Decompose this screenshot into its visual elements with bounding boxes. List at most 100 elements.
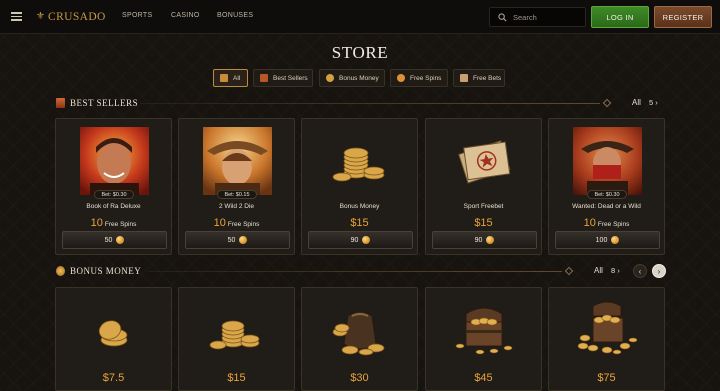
amount-value: 10 [213,217,226,229]
amount-unit: Free Spins [104,221,137,228]
bonus-card-30[interactable]: $30 [301,287,418,391]
coins-icon [326,74,334,82]
best-sellers-count[interactable]: 5 › [649,98,658,107]
filter-tab-best-sellers[interactable]: Best Sellers [253,69,313,87]
store-card-wanted-dead-or-a-wild[interactable]: Bet: $0.30 Wanted: Dead or a Wild 10 Free… [548,118,665,255]
filter-tab-free-bets[interactable]: Free Bets [453,69,505,87]
bonus-price: $7.5 [102,372,125,384]
amount-value: $15 [474,217,493,229]
filter-tab-free-spins[interactable]: Free Spins [390,69,448,87]
search-input[interactable]: Search [489,7,586,27]
count-value: 8 [611,266,616,275]
bonus-price: $45 [474,372,493,384]
page-title: STORE [331,43,389,62]
freebet-tickets-art [458,140,511,184]
item-amount: 10 Free Spins [549,213,664,231]
ticket-icon [460,74,468,82]
section-divider [140,103,600,104]
2-wild-2-die-art [203,127,272,195]
star-icon [260,74,268,82]
item-amount: 10 Free Spins [56,213,171,231]
divider-ornament-icon [602,98,612,108]
bonus-price: $15 [227,372,246,384]
chevron-right-icon: › [657,266,661,276]
nav-casino[interactable]: CASINO [171,12,200,19]
book-of-ra-art [80,127,149,195]
filter-label: Free Bets [473,74,502,82]
buy-button[interactable]: 50 [62,231,167,249]
bet-badge: Bet: $0.30 [94,190,134,199]
coin-icon [611,236,620,244]
buy-button[interactable]: 90 [308,231,413,249]
section-title: BEST SELLERS [70,98,139,108]
section-divider [148,271,562,272]
item-name: Bonus Money [339,203,380,210]
divider-ornament-icon [564,266,574,276]
nav-sports[interactable]: SPORTS [122,12,152,19]
chevron-left-icon: ‹ [638,266,642,276]
logo[interactable]: ⚜ CRUSADO [36,10,106,24]
bonus-money-icon [56,266,65,276]
best-sellers-icon [56,98,65,108]
buy-button[interactable]: 50 [185,231,290,249]
amount-value: $15 [350,217,369,229]
amount-unit: Free Spins [597,221,630,228]
logo-text: CRUSADO [48,11,106,23]
item-name: Wanted: Dead or a Wild [572,203,641,210]
count-value: 5 [649,98,654,107]
bonus-money-count[interactable]: 8 › [611,266,620,275]
item-amount: $15 [426,213,541,231]
bonus-card-75[interactable]: $75 [548,287,665,391]
buy-button[interactable]: 90 [432,231,537,249]
store-card-2-wild-2-die[interactable]: Bet: $0.15 2 Wild 2 Die 10 Free Spins 50 [178,118,295,255]
register-button[interactable]: REGISTER [654,6,712,28]
coins-small-art [98,320,128,347]
bet-badge: Bet: $0.30 [587,190,627,199]
price-value: 90 [474,236,483,244]
treasure-chest-big-art [577,301,638,355]
carousel-prev-button[interactable]: ‹ [633,264,647,278]
filter-label: Best Sellers [273,74,308,82]
price-value: 90 [350,236,359,244]
bonus-card-15[interactable]: $15 [178,287,295,391]
filter-tab-bonus-money[interactable]: Bonus Money [319,69,385,87]
spin-icon [397,74,405,82]
item-name: Book of Ra Deluxe [86,203,141,210]
login-button[interactable]: LOG IN [591,6,649,28]
menu-icon[interactable] [11,12,22,21]
search-icon [498,12,507,22]
filter-label: Bonus Money [339,74,379,82]
amount-unit: Free Spins [227,221,260,228]
coins-art [209,320,260,350]
item-amount: $15 [302,213,417,231]
store-card-sport-freebet[interactable]: Sport Freebet $15 90 [425,118,542,255]
bet-badge: Bet: $0.15 [217,190,257,199]
store-card-bonus-money[interactable]: Bonus Money $15 90 [301,118,418,255]
coin-stack-art [332,147,385,182]
coin-icon [239,236,248,244]
store-card-book-of-ra[interactable]: Bet: $0.30 Book of Ra Deluxe 10 Free Spin… [55,118,172,255]
amount-value: 10 [90,217,103,229]
wanted-dead-or-a-wild-art [573,127,642,195]
bonus-money-header: BONUS MONEY [56,264,141,278]
price-value: 50 [104,236,113,244]
item-name: 2 Wild 2 Die [218,203,255,210]
price-value: 100 [595,236,608,244]
bonus-money-all-link[interactable]: All [594,266,603,275]
best-sellers-header: BEST SELLERS [56,96,138,110]
amount-value: 10 [583,217,596,229]
coin-icon [486,236,495,244]
bonus-card-7-5[interactable]: $7.5 [55,287,172,391]
best-sellers-all-link[interactable]: All [632,98,641,107]
buy-button[interactable]: 100 [555,231,660,249]
filter-label: All [233,74,241,82]
bonus-card-45[interactable]: $45 [425,287,542,391]
carousel-next-button[interactable]: › [652,264,666,278]
section-title: BONUS MONEY [70,266,142,276]
top-bar: ⚜ CRUSADO SPORTS CASINO BONUSES Search L… [0,0,720,34]
coin-icon [116,236,125,244]
bonus-price: $75 [597,372,616,384]
filter-tab-all[interactable]: All [213,69,248,87]
nav-bonuses[interactable]: BONUSES [217,12,253,19]
filter-label: Free Spins [410,74,442,82]
